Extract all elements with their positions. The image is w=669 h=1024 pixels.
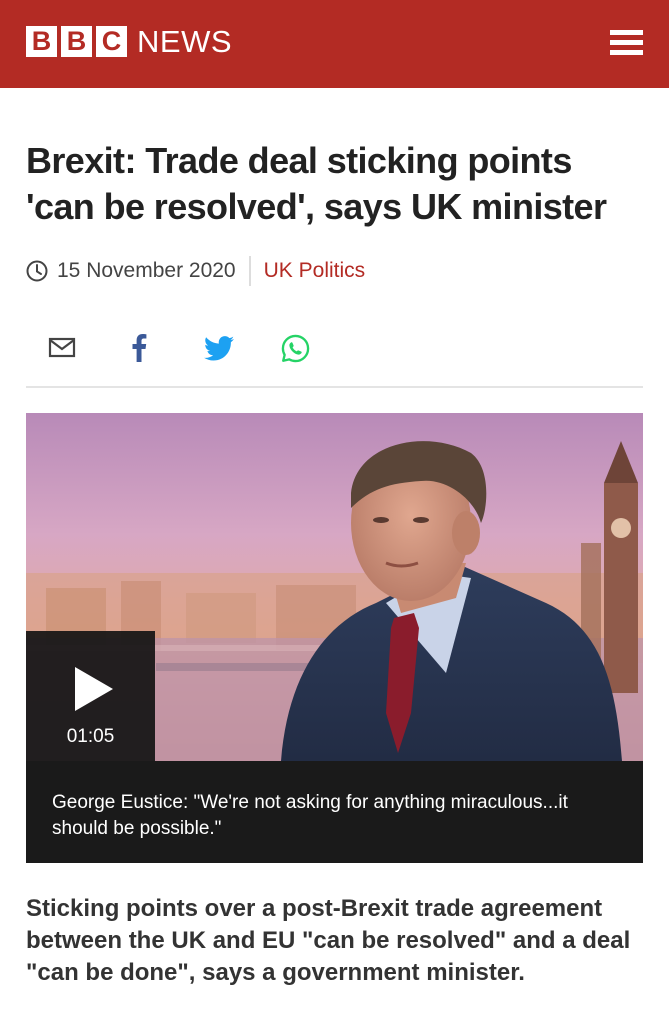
logo-news-text: NEWS	[137, 24, 232, 59]
whatsapp-icon[interactable]	[280, 333, 311, 364]
logo-letter-b1: B	[26, 26, 57, 57]
twitter-icon[interactable]	[204, 336, 234, 361]
play-icon	[75, 667, 113, 711]
article-meta: 15 November 2020 UK Politics	[26, 256, 365, 286]
play-button[interactable]: 01:05	[26, 631, 155, 761]
video-player[interactable]: 01:05 George Eustice: "We're not asking …	[26, 413, 643, 863]
logo-letter-b2: B	[61, 26, 92, 57]
facebook-icon[interactable]	[130, 333, 148, 363]
meta-divider	[248, 256, 251, 286]
site-header: B B C NEWS	[0, 0, 669, 88]
video-duration: 01:05	[66, 726, 115, 747]
clock-icon	[26, 260, 48, 282]
email-icon[interactable]	[48, 335, 76, 359]
hamburger-menu-icon[interactable]	[610, 30, 643, 57]
video-caption: George Eustice: "We're not asking for an…	[52, 792, 568, 839]
bbc-news-logo[interactable]: B B C NEWS	[26, 26, 232, 57]
logo-letter-c: C	[96, 26, 127, 57]
article-title: Brexit: Trade deal sticking points 'can …	[26, 140, 607, 227]
divider-rule	[26, 386, 643, 388]
section-link[interactable]: UK Politics	[264, 259, 366, 283]
article-date: 15 November 2020	[57, 259, 236, 282]
article-summary: Sticking points over a post-Brexit trade…	[26, 895, 631, 986]
